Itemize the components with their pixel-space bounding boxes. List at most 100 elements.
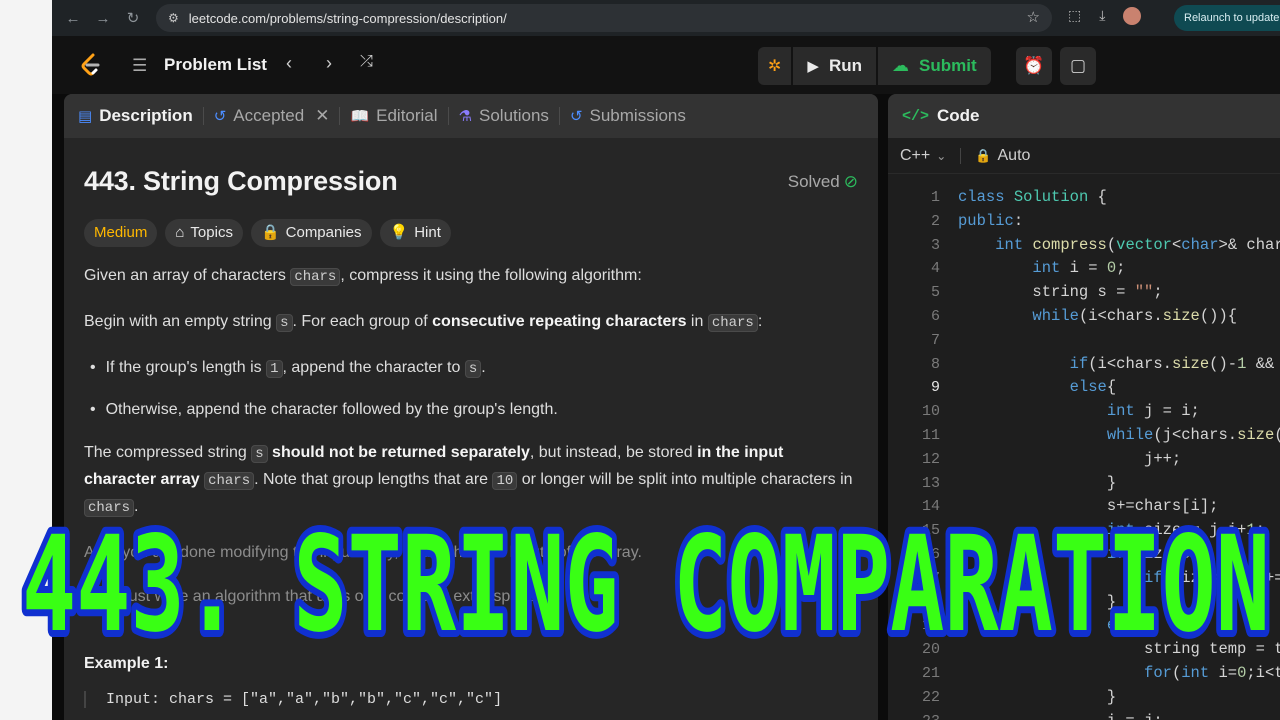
tab-accepted[interactable]: ↺ Accepted ✕: [214, 106, 330, 126]
url-text: leetcode.com/problems/string-compression…: [188, 10, 507, 26]
language-select[interactable]: C++: [900, 147, 930, 165]
code-line: 9 else{: [930, 378, 1117, 397]
code-brackets-icon: </>: [902, 107, 930, 125]
tab-label: Editorial: [376, 106, 438, 125]
code-line: 22 }: [921, 687, 1117, 706]
next-problem-icon[interactable]: ›: [326, 53, 332, 74]
problem-list-link[interactable]: Problem List: [164, 55, 267, 75]
submit-button[interactable]: ☁ Submit: [878, 47, 991, 85]
reload-icon[interactable]: ↻: [118, 9, 148, 27]
download-icon[interactable]: ⤓: [1099, 7, 1105, 25]
code-line: 7: [930, 331, 940, 349]
tab-label: Accepted: [233, 106, 305, 125]
tab-solutions[interactable]: ⚗ Solutions: [459, 106, 549, 126]
code-line: 10 int j = i;: [921, 402, 1200, 421]
flask-icon: ⚗: [458, 108, 472, 125]
rule-list-item: • If the group's length is 1, append the…: [90, 355, 858, 382]
difficulty-badge: Medium: [84, 219, 158, 247]
tab-label: Submissions: [589, 106, 686, 125]
problem-list-icon[interactable]: ☰: [132, 56, 147, 76]
code-title: Code: [937, 106, 980, 125]
code-line: 5 string s = "";: [930, 283, 1163, 302]
lightbulb-icon: 💡: [389, 224, 409, 241]
site-settings-icon[interactable]: ⚙: [168, 11, 179, 25]
statement-paragraph: Given an array of characters chars, comp…: [84, 267, 642, 286]
debug-button[interactable]: ✲: [758, 47, 792, 85]
prev-problem-icon[interactable]: ‹: [286, 53, 292, 74]
tag-icon: ⌂: [175, 224, 185, 241]
code-line: 6 while(i<chars.size()){: [930, 306, 1238, 325]
hint-chip[interactable]: 💡 Hint: [379, 219, 451, 247]
profile-avatar[interactable]: [1123, 7, 1142, 25]
code-header: </> Code: [888, 94, 1280, 138]
tab-divider: [202, 107, 204, 125]
code-line: 21 for(int i=0;i<t: [921, 663, 1280, 682]
address-bar[interactable]: ⚙ leetcode.com/problems/string-compressi…: [156, 4, 1052, 32]
relaunch-button[interactable]: Relaunch to update: [1174, 5, 1280, 31]
companies-chip[interactable]: 🔒 Companies: [250, 219, 372, 247]
back-icon[interactable]: ←: [58, 10, 88, 27]
tab-divider: [558, 107, 560, 125]
lock-icon: 🔒: [260, 224, 280, 241]
browser-toolbar: ← → ↻ ⚙ leetcode.com/problems/string-com…: [52, 0, 1280, 36]
tab-divider: [447, 107, 449, 125]
close-icon[interactable]: ✕: [315, 106, 329, 126]
cloud-upload-icon: ☁: [892, 56, 909, 75]
overlay-title-text: 443. STRING COMPARATION: [22, 508, 1270, 646]
rule-list-item: • Otherwise, append the character follow…: [90, 397, 858, 422]
timer-button[interactable]: ⏰: [1016, 47, 1052, 85]
notes-button[interactable]: ▢: [1060, 47, 1096, 85]
statement-paragraph: Begin with an empty string s. For each g…: [84, 313, 763, 332]
tab-submissions[interactable]: ↺ Submissions: [570, 106, 686, 126]
check-circle-icon: ⊘: [843, 172, 858, 191]
video-title-overlay: 443. STRING COMPARATION 443. STRING COMP…: [18, 506, 1280, 646]
bullet-dot: •: [90, 359, 96, 376]
example-heading: Example 1:: [84, 655, 169, 672]
leetcode-header: ☰ Problem List ‹ › ⤮ ✲ ▶ Run ☁ Submit ⏰ …: [52, 36, 1280, 94]
debug-bug-icon: ✲: [768, 58, 782, 75]
overlay-title-svg: 443. STRING COMPARATION 443. STRING COMP…: [18, 506, 1277, 646]
topics-chip[interactable]: ⌂ Topics: [165, 219, 243, 247]
code-line: 3 int compress(vector<char>& char: [930, 235, 1280, 254]
chevron-down-icon[interactable]: ⌄: [936, 149, 946, 163]
code-line: 1 class Solution {: [930, 188, 1107, 206]
run-submit-group: ✲ ▶ Run ☁ Submit: [758, 47, 991, 85]
lock-icon: 🔒: [975, 147, 992, 163]
code-line: 8 if(i<chars.size()-1 &&: [930, 354, 1275, 373]
settings-divider: [960, 147, 962, 164]
code-line: 11 while(j<chars.size(: [921, 425, 1280, 444]
tab-description[interactable]: ▤ Description: [78, 106, 193, 126]
run-label: Run: [828, 56, 862, 75]
solved-status: Solved ⊘: [788, 172, 858, 192]
alarm-clock-icon: ⏰: [1023, 56, 1045, 75]
history-icon: ↺: [569, 108, 583, 125]
problem-title: 443. String Compression: [84, 166, 398, 196]
forward-icon[interactable]: →: [88, 10, 118, 27]
auto-mode-label[interactable]: Auto: [998, 147, 1031, 165]
code-line: 4 int i = 0;: [930, 259, 1126, 278]
note-icon: ▢: [1069, 56, 1087, 75]
example-block: Input: chars = ["a","a","b","b","c","c",…: [84, 691, 858, 708]
editor-settings-bar: C++ ⌄ 🔒 Auto: [888, 138, 1280, 174]
code-line: 13 }: [921, 473, 1117, 492]
tab-editorial[interactable]: 📖 Editorial: [350, 106, 437, 126]
book-icon: 📖: [350, 108, 370, 125]
solved-label: Solved: [787, 172, 840, 191]
tab-label: Solutions: [479, 106, 549, 125]
submit-label: Submit: [919, 56, 977, 75]
extensions-icon[interactable]: ⬚: [1068, 7, 1081, 25]
problem-tags: Medium ⌂ Topics 🔒 Companies 💡 Hint: [84, 219, 858, 247]
hint-label: Hint: [414, 224, 441, 241]
history-icon: ↺: [213, 108, 227, 125]
browser-actions: ⬚ ⤓: [1068, 7, 1142, 25]
leetcode-logo-icon[interactable]: [78, 52, 104, 78]
play-icon: ▶: [807, 58, 819, 75]
bookmark-star-icon[interactable]: ☆: [1027, 8, 1040, 26]
description-tabs: ▤ Description ↺ Accepted ✕ 📖 Editorial ⚗…: [64, 94, 878, 138]
bullet-dot: •: [90, 401, 96, 418]
topics-label: Topics: [190, 224, 233, 241]
run-button[interactable]: ▶ Run: [793, 47, 876, 85]
tab-divider: [339, 107, 341, 125]
shuffle-icon[interactable]: ⤮: [360, 53, 373, 71]
code-line: 12 j++;: [921, 449, 1182, 468]
